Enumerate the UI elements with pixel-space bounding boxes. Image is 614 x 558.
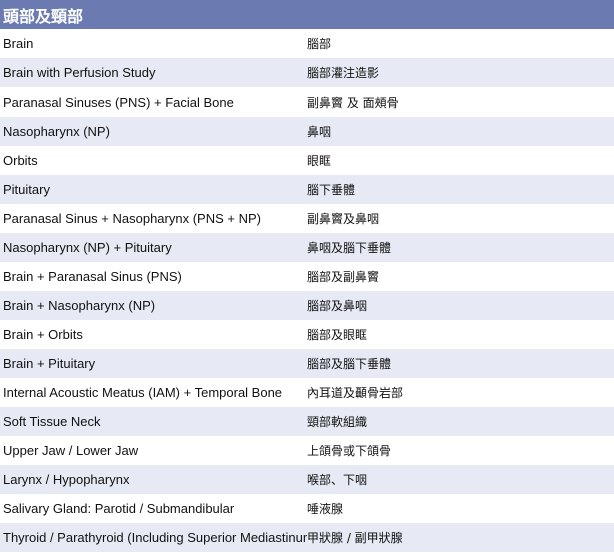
exam-name-chinese: 鼻咽及腦下垂體 — [307, 233, 614, 262]
exam-name-english: Pituitary — [0, 175, 307, 204]
exam-name-chinese: 喉部、下咽 — [307, 465, 614, 494]
exam-name-english: Brain + Paranasal Sinus (PNS) — [3, 269, 182, 284]
exam-name-english: Salivary Gland: Parotid / Submandibular — [3, 501, 235, 516]
exam-name-chinese: 頸部軟組織 — [307, 407, 614, 436]
exam-name-chinese: 副鼻竇及鼻咽 — [307, 212, 380, 226]
table-row: Thyroid / Parathyroid (Including Superio… — [0, 523, 614, 552]
table-body: Brain 腦部 Brain with Perfusion Study 腦部灌注造影 P… — [0, 29, 614, 552]
exam-name-chinese: 鼻咽 — [307, 117, 614, 146]
table-row: Soft Tissue Neck 頸部軟組織 — [0, 407, 614, 436]
table-row: Upper Jaw / Lower Jaw 上頜骨或下頜骨 — [0, 436, 614, 465]
exam-name-english: Larynx / Hypopharynx — [0, 465, 307, 494]
table-row: Brain + Orbits 腦部及眼眶 — [0, 320, 614, 349]
exam-name-english: Brain with Perfusion Study — [0, 58, 307, 87]
table-row: Paranasal Sinuses (PNS) + Facial Bone 副鼻竇… — [0, 87, 614, 117]
exam-name-english: Paranasal Sinus + Nasopharynx (PNS + NP) — [3, 211, 261, 226]
table-row: Brain 腦部 — [0, 29, 614, 58]
exam-name-english: Internal Acoustic Meatus (IAM) + Tempora… — [3, 385, 283, 400]
exam-name-english: Nasopharynx (NP) — [0, 117, 307, 146]
exam-name-chinese: 腦部及鼻咽 — [307, 291, 614, 320]
table-title: 頭部及頸部 — [0, 0, 614, 29]
exam-name-chinese: 腦部及副鼻竇 — [307, 270, 380, 284]
exam-name-chinese: 腦部灌注造影 — [307, 58, 614, 87]
table-row: Brain with Perfusion Study 腦部灌注造影 — [0, 58, 614, 87]
exam-name-chinese: 腦部及腦下垂體 — [307, 349, 614, 378]
table-row: Pituitary 腦下垂體 — [0, 175, 614, 204]
exam-name-chinese: 副鼻竇 及 面頰骨 — [307, 95, 399, 110]
table-row: Nasopharynx (NP) + Pituitary 鼻咽及腦下垂體 — [0, 233, 614, 262]
exam-name-english: Nasopharynx (NP) + Pituitary — [0, 233, 307, 262]
exam-name-chinese: 腦部 — [307, 37, 332, 51]
table-row: Brain + Pituitary 腦部及腦下垂體 — [0, 349, 614, 378]
exam-name-chinese: 唾液腺 — [307, 502, 344, 516]
table-row: Larynx / Hypopharynx 喉部、下咽 — [0, 465, 614, 494]
head-neck-exam-table: 頭部及頸部 Brain 腦部 Brain with Perfusion Study 腦… — [0, 0, 614, 552]
exam-name-english: Brain + Orbits — [3, 327, 83, 342]
exam-name-english: Orbits — [3, 153, 38, 168]
exam-name-english: Upper Jaw / Lower Jaw — [3, 443, 139, 458]
exam-name-english: Brain + Pituitary — [0, 349, 307, 378]
table-row: Paranasal Sinus + Nasopharynx (PNS + NP)… — [0, 204, 614, 233]
table-row: Orbits 眼眶 — [0, 146, 614, 175]
exam-name-english: Thyroid / Parathyroid (Including Superio… — [0, 523, 307, 552]
exam-name-chinese: 內耳道及顳骨岩部 — [307, 386, 404, 400]
table-row: Brain + Paranasal Sinus (PNS) 腦部及副鼻竇 — [0, 262, 614, 291]
table-row: Brain + Nasopharynx (NP) 腦部及鼻咽 — [0, 291, 614, 320]
exam-name-chinese: 甲狀腺 / 副甲狀腺 — [307, 523, 614, 552]
exam-name-english: Soft Tissue Neck — [0, 407, 307, 436]
exam-name-chinese: 眼眶 — [307, 154, 332, 168]
exam-name-english: Brain + Nasopharynx (NP) — [0, 291, 307, 320]
exam-name-chinese: 腦下垂體 — [307, 175, 614, 204]
table-row: Internal Acoustic Meatus (IAM) + Tempora… — [0, 378, 614, 407]
exam-name-english: Brain — [3, 36, 34, 51]
exam-name-chinese: 上頜骨或下頜骨 — [307, 444, 392, 458]
exam-name-english: Paranasal Sinuses (PNS) + Facial Bone — [3, 94, 234, 110]
table-header-row: 頭部及頸部 — [0, 0, 614, 29]
table-row: Salivary Gland: Parotid / Submandibular 唾… — [0, 494, 614, 523]
exam-name-chinese: 腦部及眼眶 — [307, 328, 368, 342]
table-row: Nasopharynx (NP) 鼻咽 — [0, 117, 614, 146]
